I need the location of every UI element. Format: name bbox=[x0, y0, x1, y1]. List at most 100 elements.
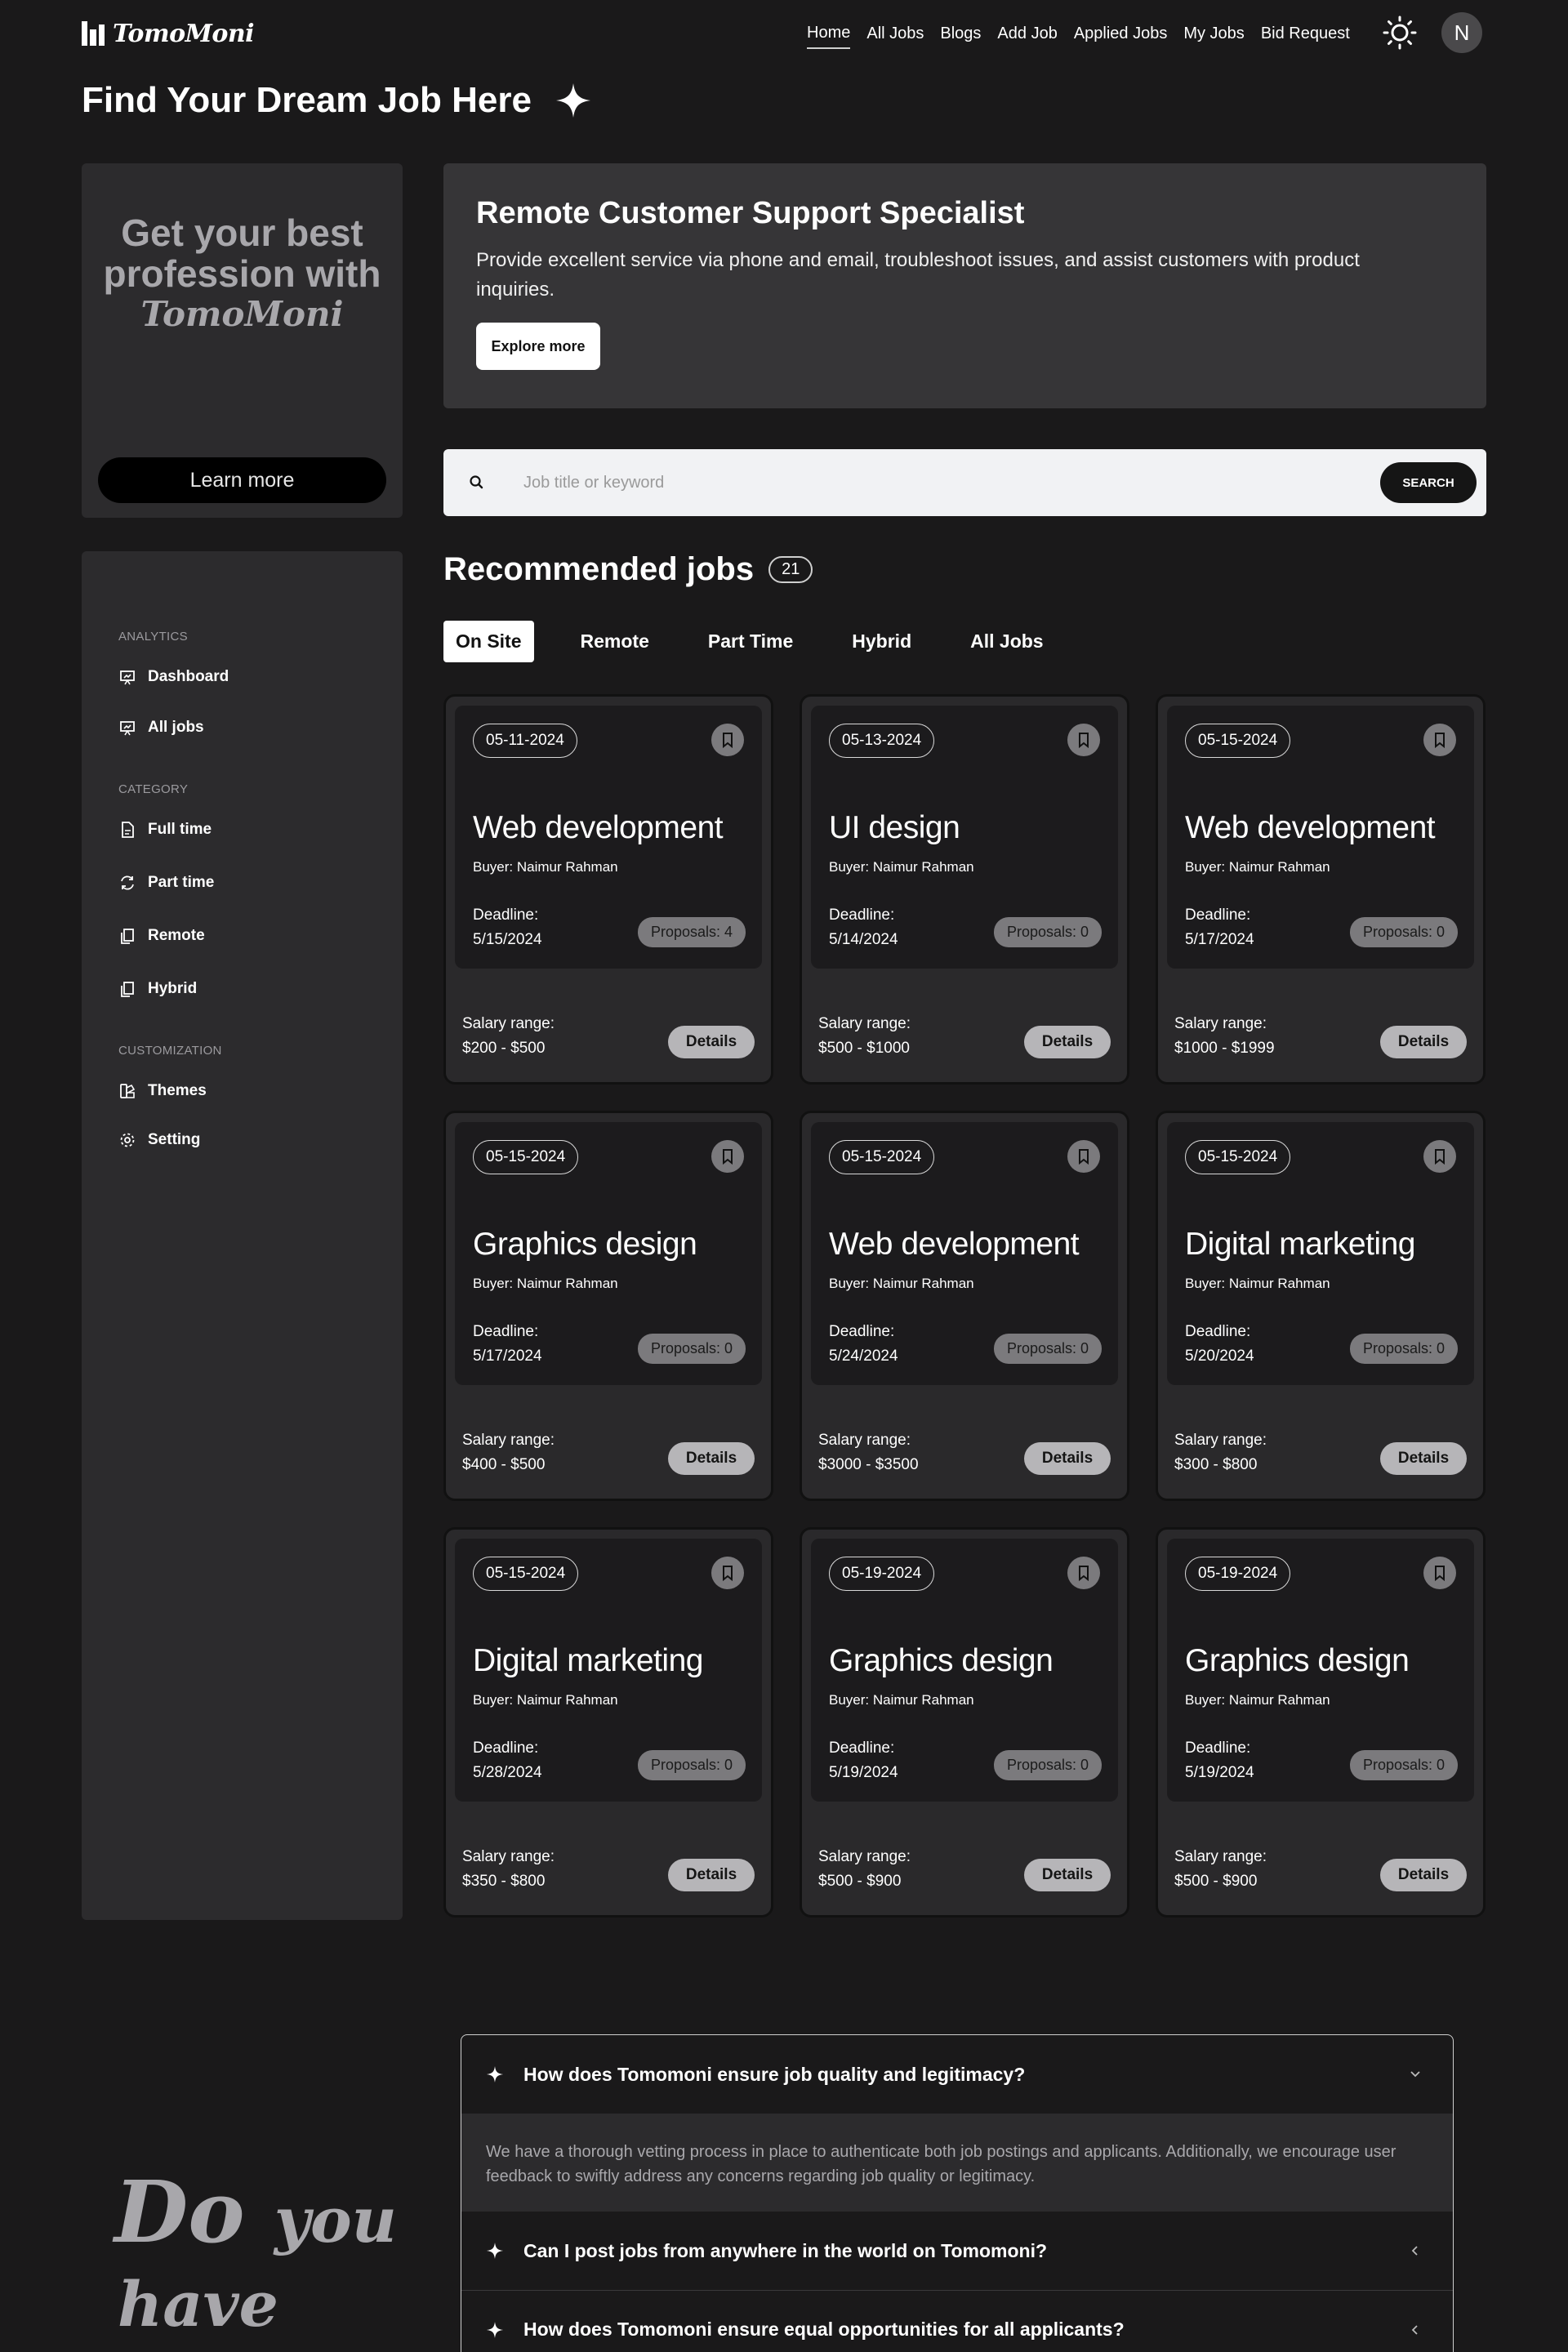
sidebar-item-dashboard[interactable]: Dashboard bbox=[118, 668, 229, 686]
presentation-icon bbox=[120, 670, 135, 685]
details-button[interactable]: Details bbox=[1024, 1859, 1111, 1891]
faq-answer: We have a thorough vetting process in pl… bbox=[461, 2114, 1453, 2212]
bookmark-button[interactable] bbox=[1067, 1140, 1100, 1173]
job-card: 05-19-2024 Graphics design Buyer: Naimur… bbox=[1156, 1527, 1486, 1918]
deadline-value: 5/19/2024 bbox=[829, 1764, 898, 1781]
user-avatar[interactable]: N bbox=[1441, 12, 1482, 53]
job-salary: Salary range: $300 - $800 bbox=[1174, 1428, 1267, 1477]
explore-more-button[interactable]: Explore more bbox=[476, 323, 600, 370]
learn-more-button[interactable]: Learn more bbox=[98, 457, 386, 503]
refresh-icon bbox=[121, 875, 134, 890]
hero-banner: Remote Customer Support Specialist Provi… bbox=[443, 163, 1486, 408]
nav-my-jobs[interactable]: My Jobs bbox=[1183, 24, 1244, 48]
job-card-header: 05-15-2024 Digital marketing Buyer: Naim… bbox=[455, 1539, 762, 1802]
bookmark-button[interactable] bbox=[1423, 724, 1456, 756]
job-title: Graphics design bbox=[473, 1227, 697, 1262]
chevron-down-icon bbox=[1410, 2071, 1420, 2078]
sidebar-item-all-jobs[interactable]: All jobs bbox=[118, 719, 204, 737]
bookmark-button[interactable] bbox=[1067, 724, 1100, 756]
details-button[interactable]: Details bbox=[1024, 1442, 1111, 1475]
faq-side-heading: Do you have any bbox=[114, 2170, 408, 2352]
bookmark-button[interactable] bbox=[1067, 1557, 1100, 1589]
details-button[interactable]: Details bbox=[668, 1442, 755, 1475]
sidebar-item-remote[interactable]: Remote bbox=[118, 927, 205, 945]
faq-question-text: How does Tomomoni ensure equal opportuni… bbox=[523, 2319, 1125, 2340]
bookmark-icon bbox=[723, 1149, 733, 1165]
job-salary: Salary range: $350 - $800 bbox=[462, 1845, 555, 1894]
job-deadline: Deadline: 5/24/2024 bbox=[829, 1320, 898, 1369]
job-card-header: 05-15-2024 Graphics design Buyer: Naimur… bbox=[455, 1122, 762, 1385]
faq-question[interactable]: How does Tomomoni ensure job quality and… bbox=[461, 2035, 1453, 2114]
promo-heading: Get your best profession with TomoMoni bbox=[82, 212, 403, 335]
tab-on-site[interactable]: On Site bbox=[443, 621, 534, 662]
chevron-left-icon bbox=[1411, 2325, 1418, 2335]
bookmark-button[interactable] bbox=[1423, 1140, 1456, 1173]
faq-question[interactable]: How does Tomomoni ensure equal opportuni… bbox=[461, 2290, 1453, 2352]
proposals-badge: Proposals: 0 bbox=[637, 1750, 746, 1780]
sidebar-item-hybrid[interactable]: Hybrid bbox=[118, 980, 197, 998]
bookmark-button[interactable] bbox=[711, 724, 744, 756]
chevron-left-icon bbox=[1411, 2246, 1418, 2256]
job-title: Digital marketing bbox=[473, 1643, 703, 1678]
job-buyer: Buyer: Naimur Rahman bbox=[1185, 1692, 1330, 1708]
job-deadline: Deadline: 5/17/2024 bbox=[473, 1320, 542, 1369]
proposals-badge: Proposals: 0 bbox=[1349, 1334, 1458, 1364]
promo-line1: Get your best bbox=[121, 212, 363, 254]
bookmark-button[interactable] bbox=[711, 1140, 744, 1173]
promo-card: Get your best profession with TomoMoni L… bbox=[82, 163, 403, 518]
bookmark-button[interactable] bbox=[1423, 1557, 1456, 1589]
deadline-value: 5/19/2024 bbox=[1185, 1764, 1254, 1781]
bookmark-button[interactable] bbox=[711, 1557, 744, 1589]
nav-applied-jobs[interactable]: Applied Jobs bbox=[1074, 24, 1168, 48]
nav-add-job[interactable]: Add Job bbox=[997, 24, 1057, 48]
sidebar-section-analytics: ANALYTICS bbox=[118, 630, 188, 644]
faq-question[interactable]: Can I post jobs from anywhere in the wor… bbox=[461, 2212, 1453, 2290]
salary-label: Salary range: bbox=[1174, 1432, 1267, 1449]
details-button[interactable]: Details bbox=[1380, 1859, 1467, 1891]
salary-value: $500 - $900 bbox=[1174, 1873, 1258, 1890]
salary-label: Salary range: bbox=[1174, 1015, 1267, 1032]
bookmark-icon bbox=[1079, 1566, 1089, 1582]
job-type-tabs: On Site Remote Part Time Hybrid All Jobs bbox=[443, 621, 1090, 662]
theme-toggle-sun-icon[interactable] bbox=[1382, 15, 1418, 51]
nav-blogs[interactable]: Blogs bbox=[940, 24, 981, 48]
job-card: 05-19-2024 Graphics design Buyer: Naimur… bbox=[800, 1527, 1129, 1918]
details-button[interactable]: Details bbox=[668, 1026, 755, 1058]
nav-home[interactable]: Home bbox=[807, 24, 851, 49]
bookmark-icon bbox=[1435, 733, 1445, 749]
tab-hybrid[interactable]: Hybrid bbox=[840, 621, 924, 662]
job-salary: Salary range: $1000 - $1999 bbox=[1174, 1012, 1275, 1061]
tab-all-jobs[interactable]: All Jobs bbox=[958, 621, 1055, 662]
details-button[interactable]: Details bbox=[1380, 1026, 1467, 1058]
sidebar-item-themes[interactable]: Themes bbox=[118, 1082, 207, 1100]
sidebar-item-setting[interactable]: Setting bbox=[118, 1131, 200, 1149]
job-buyer: Buyer: Naimur Rahman bbox=[1185, 1276, 1330, 1291]
hero-description: Provide excellent service via phone and … bbox=[476, 249, 1360, 301]
sparkle-icon bbox=[555, 83, 590, 118]
job-deadline: Deadline: 5/20/2024 bbox=[1185, 1320, 1254, 1369]
job-card: 05-15-2024 Graphics design Buyer: Naimur… bbox=[443, 1111, 773, 1501]
deadline-value: 5/17/2024 bbox=[1185, 931, 1254, 948]
sidebar-item-part-time[interactable]: Part time bbox=[118, 874, 214, 892]
job-salary: Salary range: $400 - $500 bbox=[462, 1428, 555, 1477]
sidebar-item-full-time[interactable]: Full time bbox=[118, 821, 212, 839]
job-card: 05-13-2024 UI design Buyer: Naimur Rahma… bbox=[800, 694, 1129, 1085]
faq-question-text: Can I post jobs from anywhere in the wor… bbox=[523, 2239, 1048, 2261]
tab-part-time[interactable]: Part Time bbox=[696, 621, 805, 662]
brand-logo[interactable]: TomoMoni bbox=[82, 20, 255, 48]
search-input[interactable] bbox=[523, 464, 981, 501]
salary-value: $400 - $500 bbox=[462, 1456, 546, 1473]
deadline-label: Deadline: bbox=[473, 1740, 539, 1757]
proposals-badge: Proposals: 0 bbox=[637, 1334, 746, 1364]
details-button[interactable]: Details bbox=[1024, 1026, 1111, 1058]
tab-remote[interactable]: Remote bbox=[568, 621, 662, 662]
job-card-header: 05-11-2024 Web development Buyer: Naimur… bbox=[455, 706, 762, 969]
details-button[interactable]: Details bbox=[1380, 1442, 1467, 1475]
details-button[interactable]: Details bbox=[668, 1859, 755, 1891]
sidebar-item-label: Themes bbox=[148, 1082, 207, 1099]
salary-value: $200 - $500 bbox=[462, 1040, 546, 1057]
nav-all-jobs[interactable]: All Jobs bbox=[866, 24, 924, 48]
deadline-value: 5/28/2024 bbox=[473, 1764, 542, 1781]
search-button[interactable]: SEARCH bbox=[1380, 462, 1477, 503]
nav-bid-request[interactable]: Bid Request bbox=[1261, 24, 1350, 48]
